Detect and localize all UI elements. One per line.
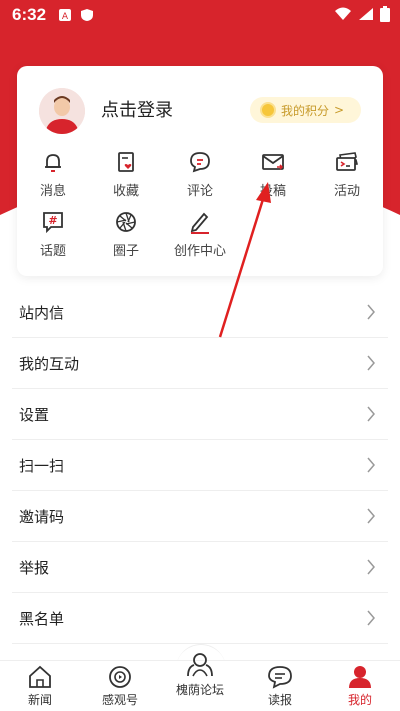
menu-label: 举报 (19, 558, 50, 577)
status-time: 6:32 (12, 5, 47, 24)
menu-item-scan[interactable]: 扫一扫 (12, 440, 388, 491)
grid-item-creator-center[interactable]: 创作中心 (170, 210, 230, 259)
avatar-person-icon (39, 88, 85, 134)
chat-bubble-icon (268, 666, 292, 689)
wifi-icon (335, 7, 351, 20)
menu-item-site-messages[interactable]: 站内信 (12, 287, 388, 338)
hashtag-icon: # (43, 212, 63, 234)
chevron-right-icon (367, 304, 375, 320)
person-icon (349, 666, 371, 688)
bell-icon (45, 154, 61, 172)
grid-label: 话题 (39, 244, 66, 259)
grid-item-circles[interactable]: 圈子 (96, 210, 156, 259)
ticket-icon (336, 152, 358, 171)
nav-label: 新闻 (27, 693, 52, 707)
coin-icon (260, 102, 276, 118)
grid-label: 圈子 (112, 244, 139, 259)
nav-tab-newspaper[interactable]: 读报 (245, 665, 315, 708)
battery-icon (380, 6, 390, 22)
avatar[interactable] (39, 88, 85, 134)
menu-label: 站内信 (19, 303, 65, 322)
my-points-button[interactable]: 我的积分 > (250, 97, 361, 123)
grid-label: 消息 (39, 184, 66, 199)
nav-tab-forum[interactable]: 槐荫论坛 (165, 649, 235, 698)
menu-label: 设置 (19, 405, 50, 424)
home-icon (29, 665, 51, 688)
notification-a-icon: A (59, 9, 72, 22)
menu-item-invite-code[interactable]: 邀请码 (12, 491, 388, 542)
chevron-right-icon (367, 610, 375, 626)
grid-item-comments[interactable]: 评论 (170, 150, 230, 199)
grid-item-messages[interactable]: 消息 (23, 150, 83, 199)
menu-label: 邀请码 (19, 507, 65, 526)
pen-icon (190, 212, 209, 234)
mail-submit-icon (262, 154, 284, 170)
grid-label: 活动 (333, 184, 360, 199)
menu-label: 我的互动 (19, 354, 80, 373)
menu-item-my-interactions[interactable]: 我的互动 (12, 338, 388, 389)
grid-item-topics[interactable]: # 话题 (23, 210, 83, 259)
status-bar: 6:32 A (0, 0, 400, 30)
eye-play-icon (109, 666, 131, 688)
grid-label: 创作中心 (173, 244, 226, 259)
chevron-right-icon (367, 406, 375, 422)
signal-icon (359, 8, 373, 20)
menu-label: 扫一扫 (19, 456, 65, 475)
svg-text:A: A (62, 12, 69, 22)
nav-tab-news[interactable]: 新闻 (5, 665, 75, 708)
nav-label: 我的 (347, 693, 372, 707)
chevron-right-icon (367, 355, 375, 371)
login-link[interactable]: 点击登录 (101, 96, 173, 122)
svg-text:#: # (48, 214, 57, 227)
nav-label: 槐荫论坛 (175, 683, 224, 697)
forum-icon (187, 653, 213, 677)
comment-icon (190, 152, 210, 173)
chevron-right-icon (367, 508, 375, 524)
chevron-right-icon (367, 559, 375, 575)
points-chevron: > (334, 103, 345, 117)
favorite-icon (118, 152, 134, 172)
nav-tab-mine[interactable]: 我的 (325, 665, 395, 708)
menu-label: 黑名单 (19, 609, 65, 628)
chevron-right-icon (367, 457, 375, 473)
nav-tab-ganguan[interactable]: 感观号 (85, 665, 155, 708)
nav-label: 感观号 (101, 693, 138, 707)
aperture-icon (116, 212, 136, 232)
points-label: 我的积分 (281, 103, 330, 118)
nav-label: 读报 (267, 693, 292, 707)
settings-menu: 站内信 我的互动 设置 扫一扫 邀请码 举报 黑名单 (0, 287, 400, 644)
profile-card: 点击登录 我的积分 > 消息 收藏 评论 投稿 活动 # 话题 圈子 创作中心 (17, 66, 383, 276)
grid-label: 评论 (186, 184, 213, 199)
grid-item-events[interactable]: 活动 (317, 150, 377, 199)
menu-item-blacklist[interactable]: 黑名单 (12, 593, 388, 644)
bottom-nav: 新闻 感观号 槐荫论坛 读报 我的 (0, 653, 400, 711)
menu-item-settings[interactable]: 设置 (12, 389, 388, 440)
menu-item-report[interactable]: 举报 (12, 542, 388, 593)
grid-label: 收藏 (112, 184, 139, 199)
grid-label: 投稿 (259, 184, 286, 199)
grid-item-favorites[interactable]: 收藏 (96, 150, 156, 199)
shield-icon (81, 9, 94, 21)
grid-item-submit[interactable]: 投稿 (243, 150, 303, 199)
